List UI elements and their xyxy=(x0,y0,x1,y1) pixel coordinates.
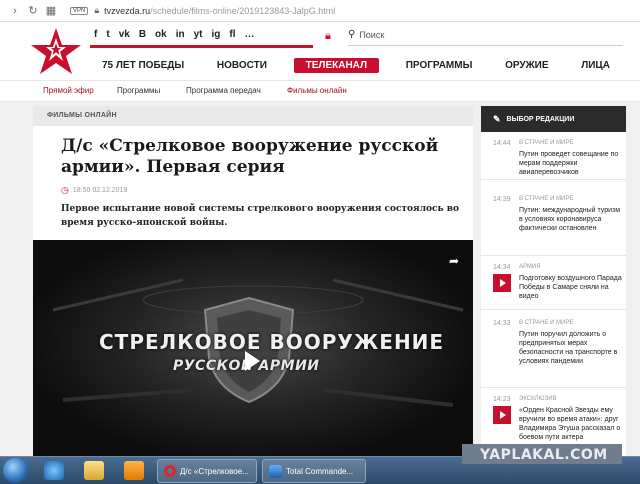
instagram-icon[interactable]: ig xyxy=(212,29,221,40)
more-icon[interactable]: … xyxy=(245,29,255,40)
clock-icon: ◷ xyxy=(61,185,69,195)
task-label: Total Commande... xyxy=(286,466,354,476)
news-text[interactable]: Путин проведет совещание по мерам поддер… xyxy=(519,150,623,177)
news-item[interactable]: 14:34 АРМИЯ Подготовку воздушного Парада… xyxy=(481,258,626,310)
article-datetime: 18:50 02.12.2019 xyxy=(72,187,128,194)
article-meta: ◷ 18:50 02.12.2019 xyxy=(61,185,127,196)
vk-icon[interactable]: vk xyxy=(119,29,130,40)
sidebar-header: ✎ ВЫБОР РЕДАКЦИИ xyxy=(481,106,626,132)
header-red-bar xyxy=(90,45,313,48)
nav-item-weapons[interactable]: ОРУЖИЕ xyxy=(499,58,554,73)
pin-icon: ✎ xyxy=(493,113,501,124)
secure-lock-icon[interactable]: 🔒︎ xyxy=(94,5,99,16)
video-play-icon[interactable] xyxy=(493,274,511,292)
start-button[interactable] xyxy=(3,458,28,483)
news-text[interactable]: «Орден Красной Звезды ему вручили во вре… xyxy=(519,406,623,442)
news-category: В СТРАНЕ И МИРЕ xyxy=(519,140,574,146)
news-time: 14:33 xyxy=(493,320,511,327)
news-text[interactable]: Подготовку воздушного Парада Победы в Са… xyxy=(519,274,623,301)
media-player-icon[interactable] xyxy=(124,461,144,480)
news-item[interactable]: 14:39 В СТРАНЕ И МИРЕ Путин: международн… xyxy=(481,190,626,256)
account-lock-icon[interactable]: 🔒︎ xyxy=(325,30,331,43)
search-underline xyxy=(348,45,623,46)
search-box[interactable]: ⚲ Поиск xyxy=(348,29,384,40)
nav-item-tv-channel[interactable]: ТЕЛЕКАНАЛ xyxy=(293,58,380,73)
facebook-icon[interactable]: f xyxy=(94,29,97,40)
news-item[interactable]: 14:44 В СТРАНЕ И МИРЕ Путин проведет сов… xyxy=(481,134,626,180)
subnav-schedule[interactable]: Программа передач xyxy=(186,86,261,95)
sub-nav: Прямой эфир Программы Программа передач … xyxy=(0,80,640,102)
nav-item-programs[interactable]: ПРОГРАММЫ xyxy=(400,58,479,73)
zvezda-star-logo[interactable] xyxy=(30,28,82,76)
news-time: 14:39 xyxy=(493,196,511,203)
article-title: Д/с «Стрелковое вооружение русской армии… xyxy=(61,136,439,177)
watermark: YAPLAKAL.COM xyxy=(480,447,608,463)
speed-dial-grid-icon[interactable]: ▦ xyxy=(42,4,60,17)
url-field[interactable]: tvzvezda.ru/schedule/films-online/201912… xyxy=(104,6,335,16)
news-time: 14:44 xyxy=(493,140,511,147)
nav-item-news[interactable]: НОВОСТИ xyxy=(211,58,273,73)
article-lead: Первое испытание новой системы стрелково… xyxy=(61,204,460,228)
subnav-live[interactable]: Прямой эфир xyxy=(43,86,94,95)
subnav-films-online[interactable]: Фильмы онлайн xyxy=(287,86,347,95)
reload-icon[interactable]: ↻ xyxy=(24,4,42,17)
youtube-icon[interactable]: yt xyxy=(194,29,203,40)
video-title-line1: СТРЕЛКОВОЕ ВООРУЖЕНИЕ xyxy=(99,330,445,354)
vk-b-icon[interactable]: B xyxy=(139,29,146,40)
opera-icon xyxy=(164,465,176,477)
file-explorer-icon[interactable] xyxy=(84,461,104,480)
news-item[interactable]: 14:33 В СТРАНЕ И МИРЕ Путин поручил доло… xyxy=(481,314,626,388)
main-nav: 75 ЛЕТ ПОБЕДЫ НОВОСТИ ТЕЛЕКАНАЛ ПРОГРАММ… xyxy=(96,58,616,73)
taskbar-task-total-commander[interactable]: Total Commande... xyxy=(262,459,366,483)
play-icon[interactable] xyxy=(245,351,260,371)
total-commander-icon xyxy=(269,464,282,478)
video-play-icon[interactable] xyxy=(493,406,511,424)
internet-explorer-icon[interactable] xyxy=(44,461,64,480)
url-host: tvzvezda.ru xyxy=(104,5,151,16)
share-icon[interactable]: ➦ xyxy=(449,254,459,268)
forward-arrow-icon[interactable]: › xyxy=(6,5,24,17)
site-header: f t vk B ok in yt ig fl … 🔒︎ ⚲ Поиск 75 … xyxy=(0,22,640,80)
section-label[interactable]: ФИЛЬМЫ ОНЛАЙН xyxy=(33,106,473,126)
linkedin-icon[interactable]: in xyxy=(176,29,185,40)
taskbar-task-opera[interactable]: Д/с «Стрелковое... xyxy=(157,459,257,483)
news-category: АРМИЯ xyxy=(519,264,541,270)
social-links: f t vk B ok in yt ig fl … xyxy=(94,29,255,40)
editors-choice-sidebar: ✎ ВЫБОР РЕДАКЦИИ 14:44 В СТРАНЕ И МИРЕ П… xyxy=(481,106,626,456)
nav-item-faces[interactable]: ЛИЦА xyxy=(575,58,616,73)
url-path: /schedule/films-online/2019123843-JalpG.… xyxy=(150,5,336,16)
search-input[interactable]: Поиск xyxy=(359,30,384,40)
news-text[interactable]: Путин: международный туризм в условиях к… xyxy=(519,206,623,233)
video-player[interactable]: ➦ СТРЕЛКОВОЕ ВООРУЖЕНИЕ РУССКОЙ АРМИИ xyxy=(33,240,473,456)
flipboard-icon[interactable]: fl xyxy=(229,29,235,40)
search-icon: ⚲ xyxy=(348,29,356,40)
browser-address-bar: › ↻ ▦ VPN 🔒︎ tvzvezda.ru/schedule/films-… xyxy=(0,0,640,22)
nav-item-victory[interactable]: 75 ЛЕТ ПОБЕДЫ xyxy=(96,58,190,73)
news-category: В СТРАНЕ И МИРЕ xyxy=(519,320,574,326)
vpn-badge[interactable]: VPN xyxy=(70,6,89,15)
news-text[interactable]: Путин поручил доложить о предпринятых ме… xyxy=(519,330,623,366)
news-time: 14:23 xyxy=(493,396,511,403)
sidebar-title: ВЫБОР РЕДАКЦИИ xyxy=(506,115,575,123)
news-category: В СТРАНЕ И МИРЕ xyxy=(519,196,574,202)
subnav-programs[interactable]: Программы xyxy=(117,86,160,95)
task-label: Д/с «Стрелковое... xyxy=(180,466,249,476)
twitter-icon[interactable]: t xyxy=(106,29,109,40)
odnoklassniki-icon[interactable]: ok xyxy=(155,29,167,40)
news-category: ЭКСКЛЮЗИВ xyxy=(519,396,557,402)
news-time: 14:34 xyxy=(493,264,511,271)
article: ФИЛЬМЫ ОНЛАЙН Д/с «Стрелковое вооружение… xyxy=(33,106,473,456)
screen: › ↻ ▦ VPN 🔒︎ tvzvezda.ru/schedule/films-… xyxy=(0,0,640,484)
